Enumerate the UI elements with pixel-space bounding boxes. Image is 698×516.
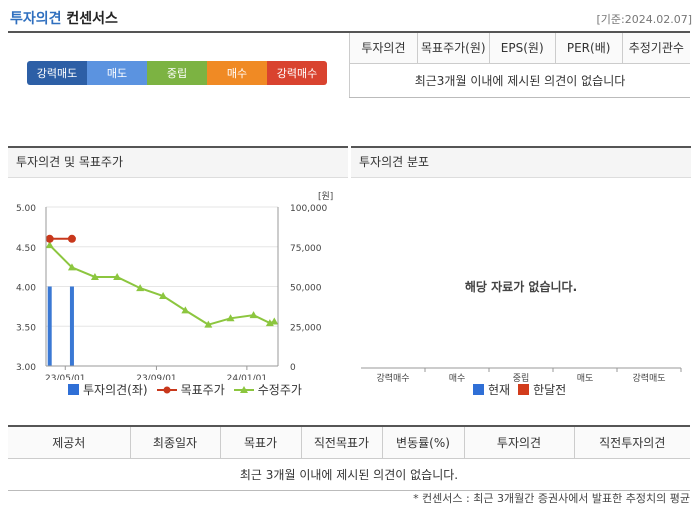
summary-header-row: 투자의견 목표주가(원) EPS(원) PER(배) 추정기관수 xyxy=(349,33,690,64)
legend-previous-label: 한달전 xyxy=(533,383,567,397)
legend-current: 현재 xyxy=(473,381,510,398)
right-axis-tick: 50,000 xyxy=(290,284,322,294)
broker-opinion-table: 제공처 최종일자 목표가 직전목표가 변동률(%) 투자의견 직전투자의견 최근… xyxy=(8,425,690,491)
title-main: 투자의견 xyxy=(10,11,62,27)
broker-empty-row: 최근 3개월 이내에 제시된 의견이 없습니다. xyxy=(8,458,690,491)
panel-title-distribution: 투자의견 분포 xyxy=(351,148,691,178)
summary-empty-row: 최근3개월 이내에 제시된 의견이 없습니다 xyxy=(349,63,690,98)
chart-axes: 5.00 4.50 4.00 3.50 3.00 100,000 75,000 50,000 2… xyxy=(16,191,333,380)
col-last-date: 최종일자 xyxy=(129,425,220,459)
left-axis-tick: 3.00 xyxy=(16,363,36,373)
x-axis-tick: 23/05/01 xyxy=(45,374,85,380)
distribution-category-label: 매도 xyxy=(577,373,594,384)
scale-strong-sell: 강력매도 xyxy=(27,61,87,85)
legend-previous: 한달전 xyxy=(518,381,566,398)
right-axis-tick: 25,000 xyxy=(290,323,322,333)
section-header: 투자의견 컨센서스 [기준:2024.02.07] xyxy=(8,6,692,28)
legend-opinion-label: 투자의견(좌) xyxy=(83,383,148,397)
consensus-summary-table: 투자의견 목표주가(원) EPS(원) PER(배) 추정기관수 최근3개월 이… xyxy=(349,33,690,98)
opinion-distribution-panel: 투자의견 분포 해당 자료가 없습니다. 강력매수 매수 중립 매도 강력매도 현재 한… xyxy=(351,146,691,408)
legend-previous-swatch xyxy=(518,384,530,395)
target-price-point xyxy=(67,234,76,243)
distribution-legend: 현재 한달전 xyxy=(473,381,574,398)
target-price-point xyxy=(45,234,54,243)
chart-legend: 투자의견(좌) 목표주가 수정주가 xyxy=(68,381,310,398)
price-lines xyxy=(45,234,279,328)
x-axis-tick: 24/01/01 xyxy=(227,374,267,380)
title-sub: 컨센서스 xyxy=(66,11,118,27)
col-prev-opinion: 직전투자의견 xyxy=(573,425,690,459)
legend-current-swatch xyxy=(473,384,484,395)
col-broker-opinion: 투자의견 xyxy=(463,425,574,459)
legend-target-label: 목표주가 xyxy=(180,383,225,397)
scale-strong-buy: 강력매수 xyxy=(267,61,327,85)
scale-sell: 매도 xyxy=(87,61,147,85)
legend-opinion-swatch xyxy=(68,384,79,395)
col-target-price: 목표주가(원) xyxy=(416,33,490,64)
col-target: 목표가 xyxy=(219,425,301,459)
right-axis-tick: 0 xyxy=(290,363,296,373)
section-title: 투자의견 컨센서스 xyxy=(10,8,118,28)
col-provider: 제공처 xyxy=(8,425,130,459)
left-axis-tick: 4.50 xyxy=(16,244,36,254)
legend-opinion: 투자의견(좌) xyxy=(68,381,148,398)
col-change-rate: 변동률(%) xyxy=(381,425,464,459)
opinion-target-chart: 5.00 4.50 4.00 3.50 3.00 100,000 75,000 50,000 2… xyxy=(16,191,333,380)
left-axis-tick: 5.00 xyxy=(16,204,36,214)
legend-current-label: 현재 xyxy=(488,383,511,397)
broker-header-row: 제공처 최종일자 목표가 직전목표가 변동률(%) 투자의견 직전투자의견 xyxy=(8,425,690,459)
col-eps: EPS(원) xyxy=(488,33,556,64)
adjusted-price-line xyxy=(48,244,275,326)
legend-adjusted: 수정주가 xyxy=(233,381,302,398)
legend-target: 목표주가 xyxy=(156,381,225,398)
col-opinion: 투자의견 xyxy=(349,33,418,64)
x-axis-tick: 23/09/01 xyxy=(136,374,176,380)
distribution-category-label: 강력매수 xyxy=(376,372,409,384)
legend-adjusted-label: 수정주가 xyxy=(257,383,302,397)
col-per: PER(배) xyxy=(554,33,623,64)
opinion-bar xyxy=(69,286,74,366)
scale-neutral: 중립 xyxy=(147,61,207,85)
left-axis-tick: 3.50 xyxy=(16,323,36,333)
col-institutions: 추정기관수 xyxy=(621,33,690,64)
summary-empty-message: 최근3개월 이내에 제시된 의견이 없습니다 xyxy=(349,63,690,98)
distribution-empty-message: 해당 자료가 없습니다. xyxy=(464,280,578,294)
opinion-target-panel: 투자의견 및 목표주가 5.00 4.50 4.00 3.50 3.00 100,000 7… xyxy=(8,146,348,408)
scale-buy: 매수 xyxy=(207,61,267,85)
right-axis-tick: 100,000 xyxy=(290,204,327,214)
legend-target-marker xyxy=(156,386,177,393)
opinion-scale: 강력매도 매도 중립 매수 강력매수 xyxy=(27,61,327,85)
as-of-date: [기준:2024.02.07] xyxy=(596,13,692,26)
chart-grid xyxy=(46,206,278,367)
opinion-bar xyxy=(47,286,52,366)
footnote: * 컨센서스 : 최근 3개월간 증권사에서 발표한 추정치의 평균 xyxy=(413,492,690,505)
right-axis-tick: 75,000 xyxy=(290,244,322,254)
distribution-category-label: 강력매도 xyxy=(632,372,665,384)
broker-empty-message: 최근 3개월 이내에 제시된 의견이 없습니다. xyxy=(8,458,690,491)
right-axis-unit: [원] xyxy=(318,191,333,202)
legend-adjusted-marker xyxy=(233,385,254,393)
left-axis-tick: 4.00 xyxy=(16,284,36,294)
adjusted-price-point xyxy=(270,317,279,325)
col-prev-target: 직전목표가 xyxy=(300,425,382,459)
panel-title-opinion-target: 투자의견 및 목표주가 xyxy=(8,148,348,178)
distribution-category-label: 매수 xyxy=(449,373,466,384)
